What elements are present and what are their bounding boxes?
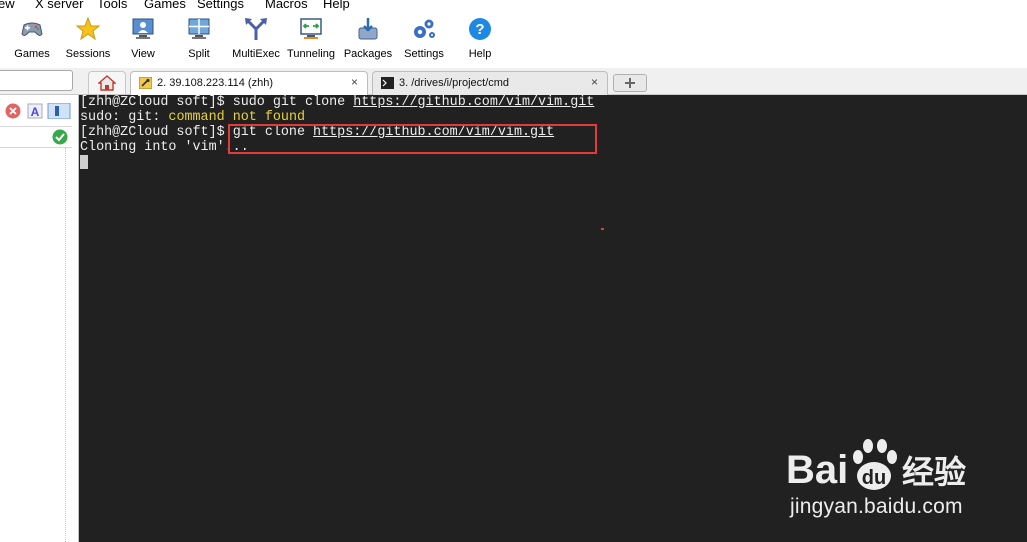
- quick-connect-input[interactable]: [0, 70, 73, 91]
- split-screen-icon: [188, 18, 210, 39]
- toolbar: Games Sessions View Split MultiExec Tunn…: [0, 12, 1027, 68]
- terminal-icon: [381, 77, 394, 89]
- split-button[interactable]: Split: [169, 16, 229, 60]
- packages-button[interactable]: Packages: [338, 16, 398, 60]
- games-button[interactable]: Games: [2, 16, 62, 60]
- annotation-box: [228, 124, 597, 154]
- terminal-cursor: [80, 155, 88, 169]
- home-icon: [98, 75, 116, 91]
- gamepad-icon: [21, 22, 43, 36]
- star-icon: [75, 16, 101, 41]
- multiexec-button[interactable]: MultiExec: [226, 16, 286, 60]
- menu-macros[interactable]: Macros: [265, 0, 308, 11]
- paw-logo-icon: du: [853, 439, 897, 490]
- help-button[interactable]: ? Help: [450, 16, 510, 60]
- view-button[interactable]: View: [113, 16, 173, 60]
- settings-button[interactable]: Settings: [394, 16, 454, 60]
- prompt: [zhh@ZCloud soft]$: [80, 95, 233, 110]
- sidebar-status-row: [0, 126, 72, 148]
- annotation-dot: [601, 228, 604, 230]
- svg-text:A: A: [31, 105, 40, 119]
- settings-label: Settings: [404, 48, 444, 60]
- tunnel-monitor-icon: [300, 18, 322, 39]
- menu-x-server[interactable]: X server: [35, 0, 83, 11]
- repo-link[interactable]: https://github.com/vim/vim.git: [353, 95, 594, 110]
- packages-label: Packages: [343, 48, 393, 60]
- tab-ssh-session[interactable]: 2. 39.108.223.114 (zhh) ×: [130, 71, 368, 95]
- monitor-user-icon: [132, 18, 154, 39]
- sessions-label: Sessions: [65, 48, 111, 60]
- games-label: Games: [14, 48, 50, 60]
- home-tab[interactable]: [88, 71, 126, 94]
- tab-ssh-label: 2. 39.108.223.114 (zhh): [157, 77, 273, 89]
- multiexec-label: MultiExec: [232, 48, 280, 60]
- question-icon: ?: [469, 18, 491, 40]
- wrench-icon: [139, 77, 152, 89]
- help-label: Help: [468, 48, 492, 60]
- error-highlight: command not found: [168, 110, 306, 125]
- terminal-line: [zhh@ZCloud soft]$ sudo git clone https:…: [80, 95, 594, 110]
- tab-cmd-label: 3. /drives/i/project/cmd: [399, 77, 510, 89]
- terminal-line: Cloning into 'vim'...: [80, 140, 249, 155]
- sidebar: A: [0, 95, 79, 542]
- tunneling-label: Tunneling: [287, 48, 335, 60]
- view-label: View: [131, 48, 155, 60]
- menu-tools[interactable]: Tools: [97, 0, 127, 11]
- menu-games[interactable]: Games: [144, 0, 186, 11]
- watermark-url: jingyan.baidu.com: [790, 495, 963, 518]
- tunneling-button[interactable]: Tunneling: [281, 16, 341, 60]
- text-a-icon[interactable]: A: [27, 103, 43, 119]
- command-text: sudo git clone: [232, 95, 354, 110]
- package-download-icon: [358, 18, 378, 40]
- check-icon: [52, 129, 68, 145]
- gears-icon: [414, 19, 435, 38]
- fork-arrow-icon: [245, 18, 267, 40]
- error-prefix: sudo: git:: [80, 110, 169, 125]
- svg-text:du: du: [862, 467, 886, 489]
- menu-help[interactable]: Help: [323, 0, 350, 11]
- clipboard-icon[interactable]: [47, 103, 71, 119]
- prompt: [zhh@ZCloud soft]$: [80, 125, 233, 140]
- split-label: Split: [188, 48, 210, 60]
- new-tab-button[interactable]: [613, 74, 647, 92]
- svg-text:?: ?: [475, 21, 484, 38]
- watermark-brand-left: Bai: [786, 448, 848, 492]
- tab-local-cmd[interactable]: 3. /drives/i/project/cmd ×: [372, 71, 608, 95]
- close-circle-icon[interactable]: [5, 103, 21, 119]
- watermark-brand-right: 经验: [902, 453, 966, 491]
- menu-view[interactable]: ew: [0, 0, 15, 11]
- sidebar-scrollbar[interactable]: [65, 148, 74, 542]
- terminal-line: sudo: git: command not found: [80, 110, 305, 125]
- tab-strip: 2. 39.108.223.114 (zhh) × 3. /drives/i/p…: [0, 68, 1027, 95]
- menu-bar: ew X server Tools Games Settings Macros …: [0, 0, 1027, 12]
- plus-icon: [625, 78, 635, 88]
- sessions-button[interactable]: Sessions: [58, 16, 118, 60]
- close-icon[interactable]: ×: [591, 75, 598, 89]
- menu-settings[interactable]: Settings: [197, 0, 244, 11]
- close-icon[interactable]: ×: [351, 75, 358, 89]
